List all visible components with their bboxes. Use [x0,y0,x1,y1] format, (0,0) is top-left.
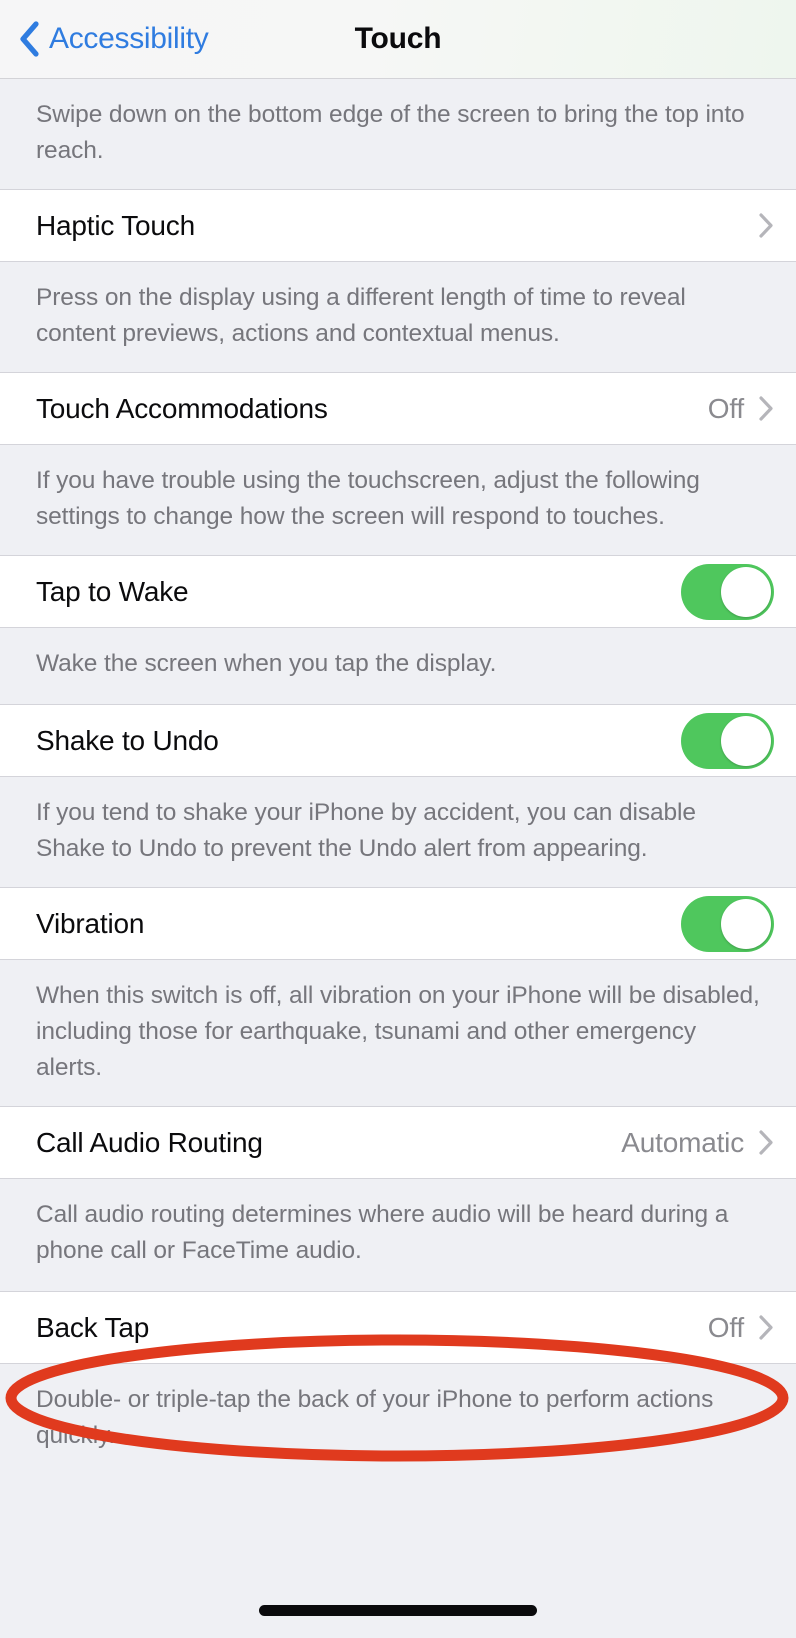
row-shake-to-undo[interactable]: Shake to Undo [0,704,796,777]
bottom-spacer [0,1474,796,1594]
row-touch-accommodations[interactable]: Touch Accommodations Off [0,372,796,445]
row-call-audio-routing[interactable]: Call Audio Routing Automatic [0,1106,796,1179]
shake-to-undo-footer-text: If you tend to shake your iPhone by acci… [0,777,796,887]
chevron-right-icon [758,1314,774,1341]
chevron-right-icon [758,1129,774,1156]
iphone-settings-screen: Accessibility Touch Swipe down on the bo… [0,0,796,1638]
row-back-tap[interactable]: Back Tap Off [0,1291,796,1364]
row-call-audio-routing-value: Automatic [621,1129,744,1157]
toggle-tap-to-wake[interactable] [681,564,774,620]
reachability-footer-text: Swipe down on the bottom edge of the scr… [0,79,796,189]
call-audio-routing-footer-text: Call audio routing determines where audi… [0,1179,796,1291]
vibration-footer-text: When this switch is off, all vibration o… [0,960,796,1106]
toggle-knob [721,899,771,949]
row-touch-accommodations-value: Off [708,395,744,423]
toggle-vibration[interactable] [681,896,774,952]
row-tap-to-wake-label: Tap to Wake [36,578,681,606]
back-button-accessibility[interactable]: Accessibility [18,0,208,78]
toggle-knob [721,716,771,766]
row-vibration[interactable]: Vibration [0,887,796,960]
haptic-touch-footer-text: Press on the display using a different l… [0,262,796,372]
row-shake-to-undo-label: Shake to Undo [36,727,681,755]
chevron-right-icon [758,395,774,422]
navigation-bar: Accessibility Touch [0,0,796,79]
row-haptic-touch-label: Haptic Touch [36,212,744,240]
row-back-tap-label: Back Tap [36,1314,708,1342]
home-indicator-area [0,1605,796,1616]
back-tap-footer-text: Double- or triple-tap the back of your i… [0,1364,796,1474]
tap-to-wake-footer-text: Wake the screen when you tap the display… [0,628,796,704]
row-tap-to-wake[interactable]: Tap to Wake [0,555,796,628]
back-button-label: Accessibility [49,24,208,54]
chevron-right-icon [758,212,774,239]
toggle-knob [721,567,771,617]
row-touch-accommodations-label: Touch Accommodations [36,395,708,423]
row-back-tap-value: Off [708,1314,744,1342]
row-haptic-touch[interactable]: Haptic Touch [0,189,796,262]
chevron-left-icon [18,21,40,57]
toggle-shake-to-undo[interactable] [681,713,774,769]
touch-accommodations-footer-text: If you have trouble using the touchscree… [0,445,796,555]
settings-list: Swipe down on the bottom edge of the scr… [0,79,796,1594]
row-call-audio-routing-label: Call Audio Routing [36,1129,621,1157]
home-indicator[interactable] [259,1605,537,1616]
row-vibration-label: Vibration [36,910,681,938]
